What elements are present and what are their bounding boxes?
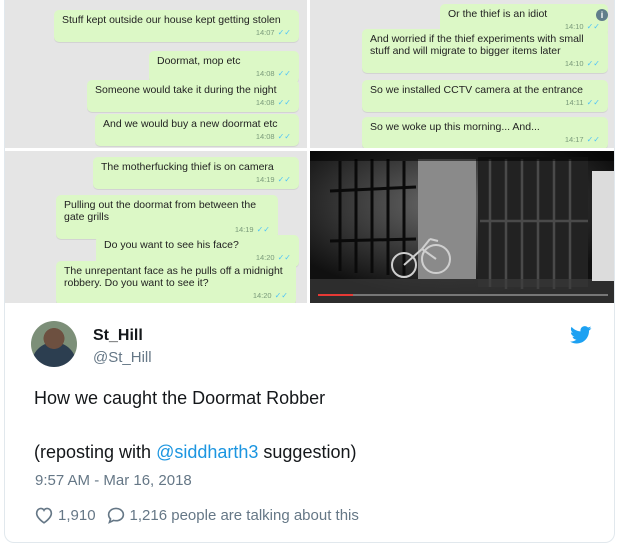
- cctv-video-frame[interactable]: [310, 151, 614, 303]
- double-check-icon: ✓✓: [586, 98, 600, 107]
- chat-bubble: Stuff kept outside our house kept gettin…: [54, 10, 299, 42]
- double-check-icon: ✓✓: [277, 175, 291, 184]
- chat-message: The unrepentant face as he pulls off a m…: [64, 265, 283, 289]
- tweet-media-grid[interactable]: Stuff kept outside our house kept gettin…: [5, 0, 614, 303]
- chat-time: 14:08: [255, 69, 275, 78]
- chat-meta: 14:08 ✓✓: [95, 97, 291, 109]
- heart-icon: [35, 507, 53, 524]
- double-check-icon: ✓✓: [274, 291, 288, 300]
- chat-screenshot-1[interactable]: Stuff kept outside our house kept gettin…: [5, 0, 307, 148]
- chat-meta: 14:20 ✓✓: [64, 290, 288, 302]
- chat-time: 14:19: [255, 175, 275, 184]
- reply-button[interactable]: 1,216 people are talking about this: [106, 506, 359, 524]
- mention-link[interactable]: @siddharth3: [156, 442, 258, 462]
- talking-count: 1,216 people are talking about this: [129, 506, 359, 524]
- video-progress-fill: [318, 294, 353, 296]
- double-check-icon: ✓✓: [277, 69, 291, 78]
- user-handle[interactable]: @St_Hill: [93, 349, 152, 366]
- chat-time: 14:11: [565, 98, 584, 107]
- cctv-scene: [310, 151, 614, 303]
- chat-screenshot-2[interactable]: Or the thief is an idiot 14:10 ✓✓ i And w…: [310, 0, 614, 148]
- chat-meta: 14:10 ✓✓: [370, 58, 600, 70]
- chat-bubble: Doormat, mop etc 14:08 ✓✓: [149, 51, 299, 83]
- chat-meta: 14:08 ✓✓: [157, 68, 291, 80]
- user-name[interactable]: St_Hill: [93, 327, 143, 345]
- tweet-card[interactable]: Stuff kept outside our house kept gettin…: [4, 0, 615, 543]
- double-check-icon: ✓✓: [586, 59, 600, 68]
- chat-message: Someone would take it during the night: [95, 84, 277, 96]
- chat-message: Or the thief is an idiot: [448, 8, 548, 20]
- chat-message: So we woke up this morning... And...: [370, 121, 540, 133]
- chat-meta: 14:08 ✓✓: [103, 131, 291, 143]
- chat-message: Do you want to see his face?: [104, 239, 239, 251]
- reply-bubble-icon: [107, 507, 124, 524]
- chat-time: 14:07: [255, 28, 275, 37]
- chat-meta: 14:11 ✓✓: [370, 97, 600, 109]
- chat-time: 14:17: [564, 135, 584, 144]
- chat-bubble: And worried if the thief experiments wit…: [362, 29, 608, 73]
- tweet-text-prefix: (reposting with: [34, 442, 157, 462]
- chat-time: 14:08: [255, 132, 275, 141]
- tweet-text-secondary: (reposting with @siddharth3 suggestion): [34, 442, 356, 463]
- chat-time: 14:10: [564, 59, 584, 68]
- chat-time: 14:08: [255, 98, 275, 107]
- chat-time: 14:19: [234, 225, 254, 234]
- chat-bubble: Pulling out the doormat from between the…: [56, 195, 278, 239]
- chat-meta: 14:07 ✓✓: [62, 27, 291, 39]
- double-check-icon: ✓✓: [256, 225, 270, 234]
- chat-message: And we would buy a new doormat etc: [103, 118, 278, 130]
- double-check-icon: ✓✓: [277, 98, 291, 107]
- chat-bubble: The unrepentant face as he pulls off a m…: [56, 261, 296, 303]
- chat-screenshot-3[interactable]: The motherfucking thief is on camera 14:…: [5, 151, 307, 303]
- chat-time: 14:20: [252, 291, 272, 300]
- avatar[interactable]: [31, 321, 77, 367]
- like-button[interactable]: 1,910: [34, 506, 96, 524]
- tweet-text-suffix: suggestion): [258, 442, 357, 462]
- double-check-icon: ✓✓: [277, 132, 291, 141]
- tweet-actions: 1,910 1,216 people are talking about thi…: [34, 505, 369, 525]
- chat-meta: 14:19 ✓✓: [101, 174, 291, 186]
- like-count: 1,910: [58, 506, 96, 524]
- chat-meta: 14:17 ✓✓: [370, 134, 600, 146]
- chat-message: And worried if the thief experiments wit…: [370, 33, 584, 57]
- chat-bubble: The motherfucking thief is on camera 14:…: [93, 157, 299, 189]
- chat-message: Stuff kept outside our house kept gettin…: [62, 14, 281, 26]
- twitter-bird-icon[interactable]: [570, 326, 592, 344]
- chat-bubble: Someone would take it during the night 1…: [87, 80, 299, 112]
- tweet-text: How we caught the Doormat Robber: [34, 388, 326, 408]
- tweet-timestamp[interactable]: 9:57 AM - Mar 16, 2018: [35, 472, 192, 489]
- chat-message: So we installed CCTV camera at the entra…: [370, 84, 584, 96]
- chat-message: The motherfucking thief is on camera: [101, 161, 274, 173]
- chat-message: Doormat, mop etc: [157, 55, 241, 67]
- chat-bubble: So we installed CCTV camera at the entra…: [362, 80, 608, 112]
- chat-message: Pulling out the doormat from between the…: [64, 199, 257, 223]
- double-check-icon: ✓✓: [277, 28, 291, 37]
- video-progress-bar[interactable]: [318, 294, 608, 296]
- info-icon[interactable]: i: [596, 9, 608, 21]
- chat-bubble: And we would buy a new doormat etc 14:08…: [95, 114, 299, 146]
- chat-bubble: So we woke up this morning... And... 14:…: [362, 117, 608, 148]
- cctv-timestamp-bar: [310, 151, 614, 161]
- double-check-icon: ✓✓: [586, 135, 600, 144]
